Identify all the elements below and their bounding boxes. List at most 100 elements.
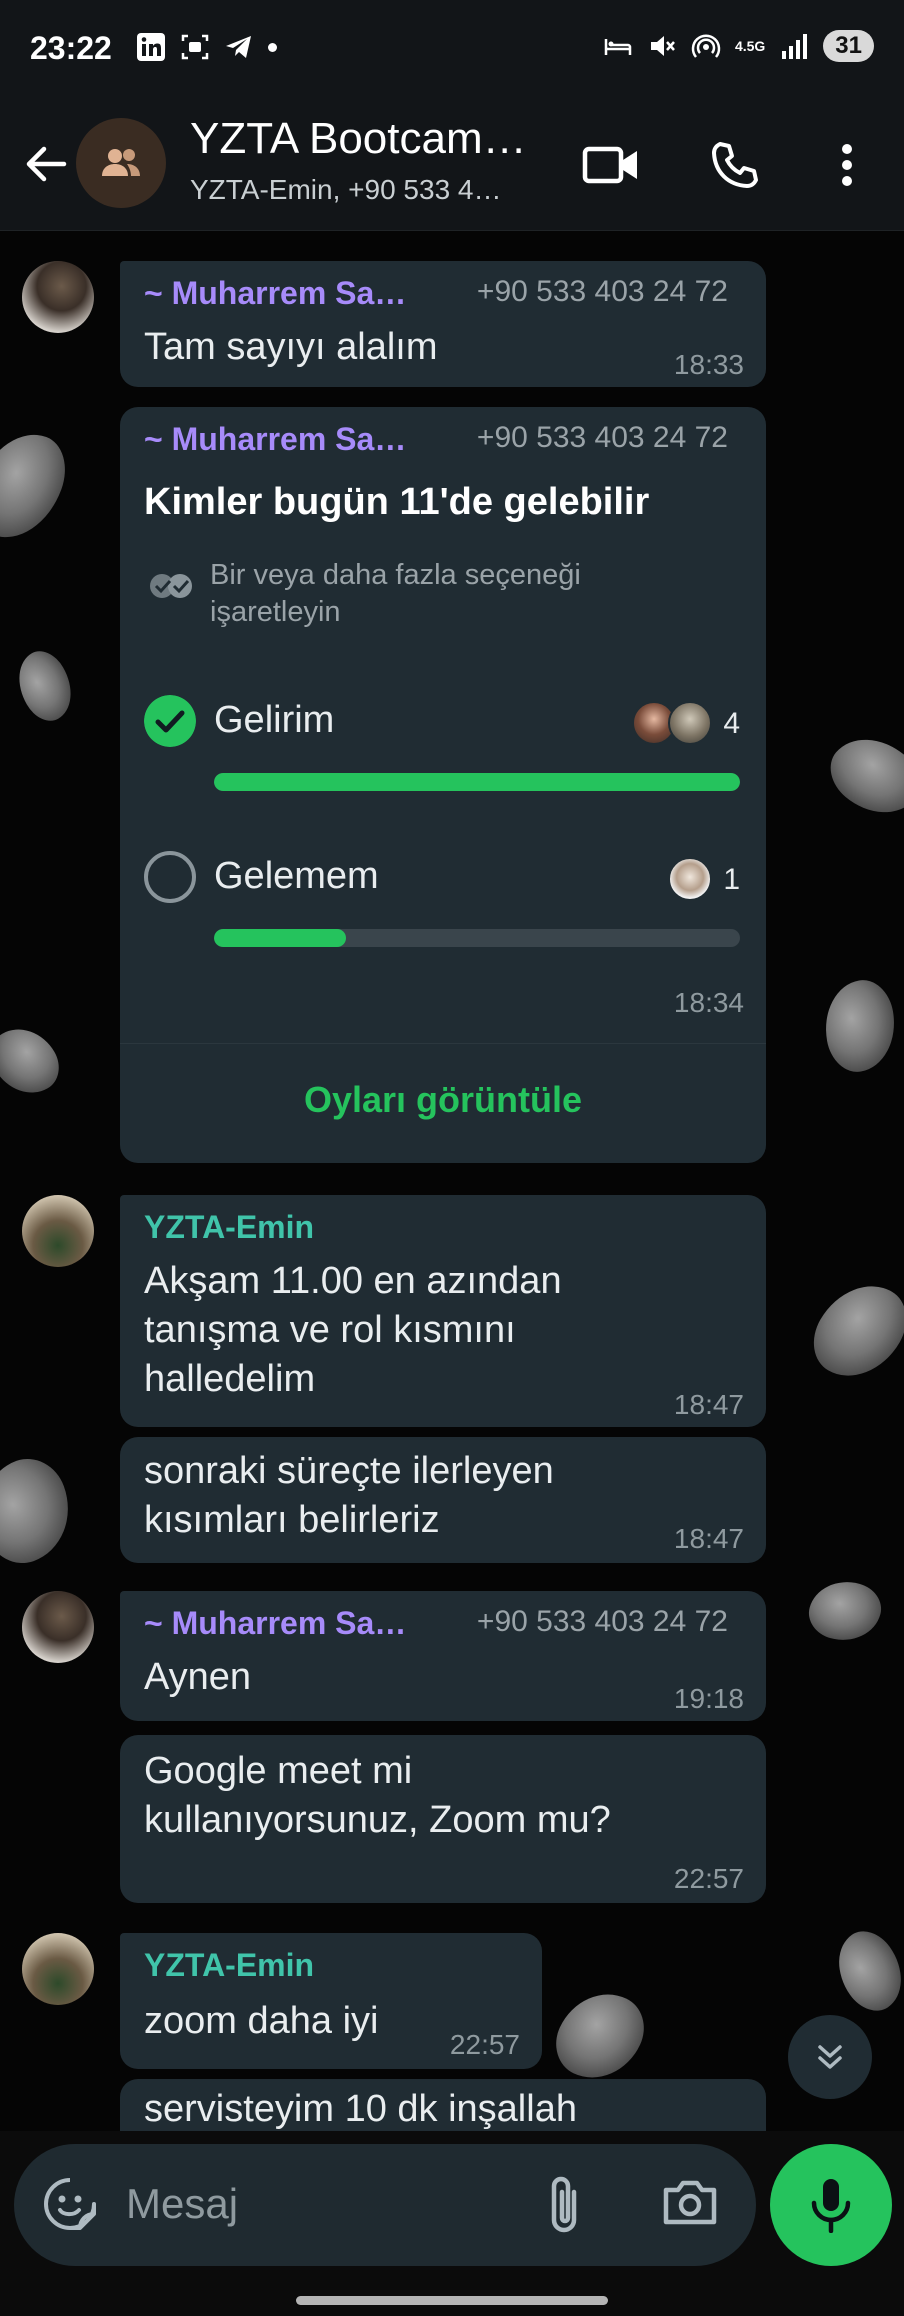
sender-phone: +90 533 403 24 72 bbox=[476, 1605, 728, 1638]
status-bar: 23:22 4.5G 31 bbox=[0, 0, 904, 104]
wallpaper-petal bbox=[544, 1978, 656, 2094]
message-line: tanışma ve rol kısmını bbox=[144, 1309, 516, 1351]
message-text: Akşam 11.00 en azından tanışma ve rol kı… bbox=[144, 1257, 562, 1404]
view-votes-button[interactable]: Oyları görüntüle bbox=[120, 1079, 766, 1121]
message-bubble[interactable]: YZTA-Emin Akşam 11.00 en azından tanışma… bbox=[120, 1195, 766, 1427]
scroll-down-icon bbox=[818, 2045, 842, 2069]
message-time: 18:33 bbox=[673, 349, 744, 380]
hotspot-icon bbox=[691, 34, 721, 58]
poll-bubble[interactable]: ~ Muharrem Sa… +90 533 403 24 72 Kimler … bbox=[120, 407, 766, 1163]
status-time: 23:22 bbox=[30, 30, 112, 66]
voice-record-button[interactable] bbox=[770, 2144, 892, 2266]
message-bubble[interactable]: servisteyim 10 dk inşallah bbox=[120, 2079, 766, 2131]
group-title[interactable]: YZTA Bootcam… bbox=[190, 114, 527, 164]
chat-header: YZTA Bootcam… YZTA-Emin, +90 533 4… bbox=[0, 104, 904, 231]
battery-indicator: 31 bbox=[823, 30, 874, 62]
bed-icon bbox=[604, 39, 632, 55]
message-time: 22:57 bbox=[673, 1863, 744, 1894]
wallpaper-petal bbox=[0, 1015, 69, 1107]
wallpaper-petal bbox=[0, 1448, 85, 1574]
system-nav-bar bbox=[0, 2276, 904, 2316]
sender-phone: +90 533 403 24 72 bbox=[476, 275, 728, 308]
avatar[interactable] bbox=[22, 261, 94, 333]
message-line: kısımları belirleriz bbox=[144, 1499, 440, 1541]
linkedin-icon bbox=[137, 33, 165, 61]
poll-vote-count: 1 bbox=[723, 863, 740, 896]
message-time: 19:18 bbox=[673, 1683, 744, 1714]
sender-phone: +90 533 403 24 72 bbox=[476, 421, 728, 454]
message-text: Tam sayıyı alalım bbox=[144, 326, 438, 368]
wallpaper-petal bbox=[822, 1921, 904, 2021]
telegram-icon bbox=[226, 36, 251, 58]
attach-icon[interactable] bbox=[544, 2172, 584, 2236]
unchecked-circle-icon[interactable] bbox=[144, 851, 196, 903]
avatar[interactable] bbox=[22, 1195, 94, 1267]
poll-progress-bar bbox=[214, 773, 740, 791]
more-options-button[interactable] bbox=[812, 130, 882, 200]
poll-option-label: Gelirim bbox=[214, 699, 335, 741]
status-left-icons bbox=[136, 32, 277, 62]
group-avatar[interactable] bbox=[76, 118, 166, 208]
wallpaper-petal bbox=[817, 975, 903, 1077]
message-time: 18:47 bbox=[673, 1389, 744, 1420]
message-line: sonraki süreçte ilerleyen bbox=[144, 1450, 554, 1492]
divider bbox=[120, 1043, 766, 1044]
checked-circle-icon[interactable] bbox=[144, 695, 196, 747]
poll-option-label: Gelemem bbox=[214, 855, 379, 897]
poll-progress-bar bbox=[214, 929, 740, 947]
status-right-icons: 4.5G 31 bbox=[603, 30, 874, 62]
poll-progress-fill bbox=[214, 773, 740, 791]
message-input[interactable]: Mesaj bbox=[126, 2180, 238, 2228]
poll-vote-count: 4 bbox=[723, 707, 740, 740]
sender-name[interactable]: ~ Muharrem Sa… bbox=[144, 275, 406, 312]
chat-area[interactable]: ~ Muharrem Sa… +90 533 403 24 72 Tam say… bbox=[0, 231, 904, 2131]
message-time: 22:57 bbox=[449, 2029, 520, 2060]
message-bubble[interactable]: ~ Muharrem Sa… +90 533 403 24 72 Tam say… bbox=[120, 261, 766, 387]
camera-icon[interactable] bbox=[660, 2172, 720, 2232]
message-text: servisteyim 10 dk inşallah bbox=[144, 2088, 577, 2130]
wallpaper-petal bbox=[5, 643, 85, 729]
emoji-sticker-icon[interactable] bbox=[40, 2174, 100, 2234]
wallpaper-petal bbox=[803, 1572, 887, 1650]
poll-progress-fill bbox=[214, 929, 346, 947]
message-line: kullanıyorsunuz, Zoom mu? bbox=[144, 1799, 611, 1841]
avatar[interactable] bbox=[22, 1933, 94, 2005]
double-check-icon bbox=[150, 574, 192, 598]
message-bubble[interactable]: ~ Muharrem Sa… +90 533 403 24 72 Aynen 1… bbox=[120, 1591, 766, 1721]
poll-hint-line: Bir veya daha fazla seçeneği bbox=[210, 559, 581, 591]
signal-icon bbox=[782, 34, 808, 59]
avatar[interactable] bbox=[22, 1591, 94, 1663]
sender-name[interactable]: ~ Muharrem Sa… bbox=[144, 1605, 406, 1642]
group-avatar-icon bbox=[102, 149, 140, 176]
network-4g-icon: 4.5G bbox=[734, 38, 766, 54]
wallpaper-petal bbox=[818, 720, 904, 832]
message-line: Google meet mi bbox=[144, 1750, 413, 1792]
voter-avatar bbox=[668, 701, 712, 745]
sender-name[interactable]: YZTA-Emin bbox=[144, 1209, 314, 1246]
message-line: halledelim bbox=[144, 1358, 316, 1400]
message-line: Akşam 11.00 en azından bbox=[144, 1260, 562, 1302]
voter-avatar bbox=[668, 857, 712, 901]
group-members[interactable]: YZTA-Emin, +90 533 4… bbox=[190, 174, 502, 206]
back-arrow-icon[interactable] bbox=[20, 138, 72, 190]
video-call-icon bbox=[582, 146, 637, 184]
wallpaper-petal bbox=[0, 420, 77, 552]
poll-hint: Bir veya daha fazla seçeneği işaretleyin bbox=[210, 557, 581, 631]
message-text: sonraki süreçte ilerleyen kısımları beli… bbox=[144, 1447, 554, 1545]
sender-name[interactable]: ~ Muharrem Sa… bbox=[144, 421, 406, 458]
poll-question: Kimler bugün 11'de gelebilir bbox=[144, 481, 650, 523]
message-text: Google meet mi kullanıyorsunuz, Zoom mu? bbox=[144, 1747, 611, 1845]
message-composer[interactable]: Mesaj bbox=[14, 2144, 756, 2266]
home-gesture-pill[interactable] bbox=[296, 2296, 608, 2305]
message-bubble[interactable]: YZTA-Emin zoom daha iyi 22:57 bbox=[120, 1933, 542, 2069]
message-bubble[interactable]: sonraki süreçte ilerleyen kısımları beli… bbox=[120, 1437, 766, 1563]
microphone-icon bbox=[811, 2179, 851, 2233]
message-bubble[interactable]: Google meet mi kullanıyorsunuz, Zoom mu?… bbox=[120, 1735, 766, 1903]
video-call-button[interactable] bbox=[576, 130, 646, 200]
wallpaper-petal bbox=[800, 1267, 904, 1395]
scroll-to-bottom-button[interactable] bbox=[788, 2015, 872, 2099]
sender-name[interactable]: YZTA-Emin bbox=[144, 1947, 314, 1984]
phone-call-button[interactable] bbox=[700, 130, 770, 200]
message-text: Aynen bbox=[144, 1656, 252, 1698]
more-options-icon bbox=[842, 144, 852, 186]
